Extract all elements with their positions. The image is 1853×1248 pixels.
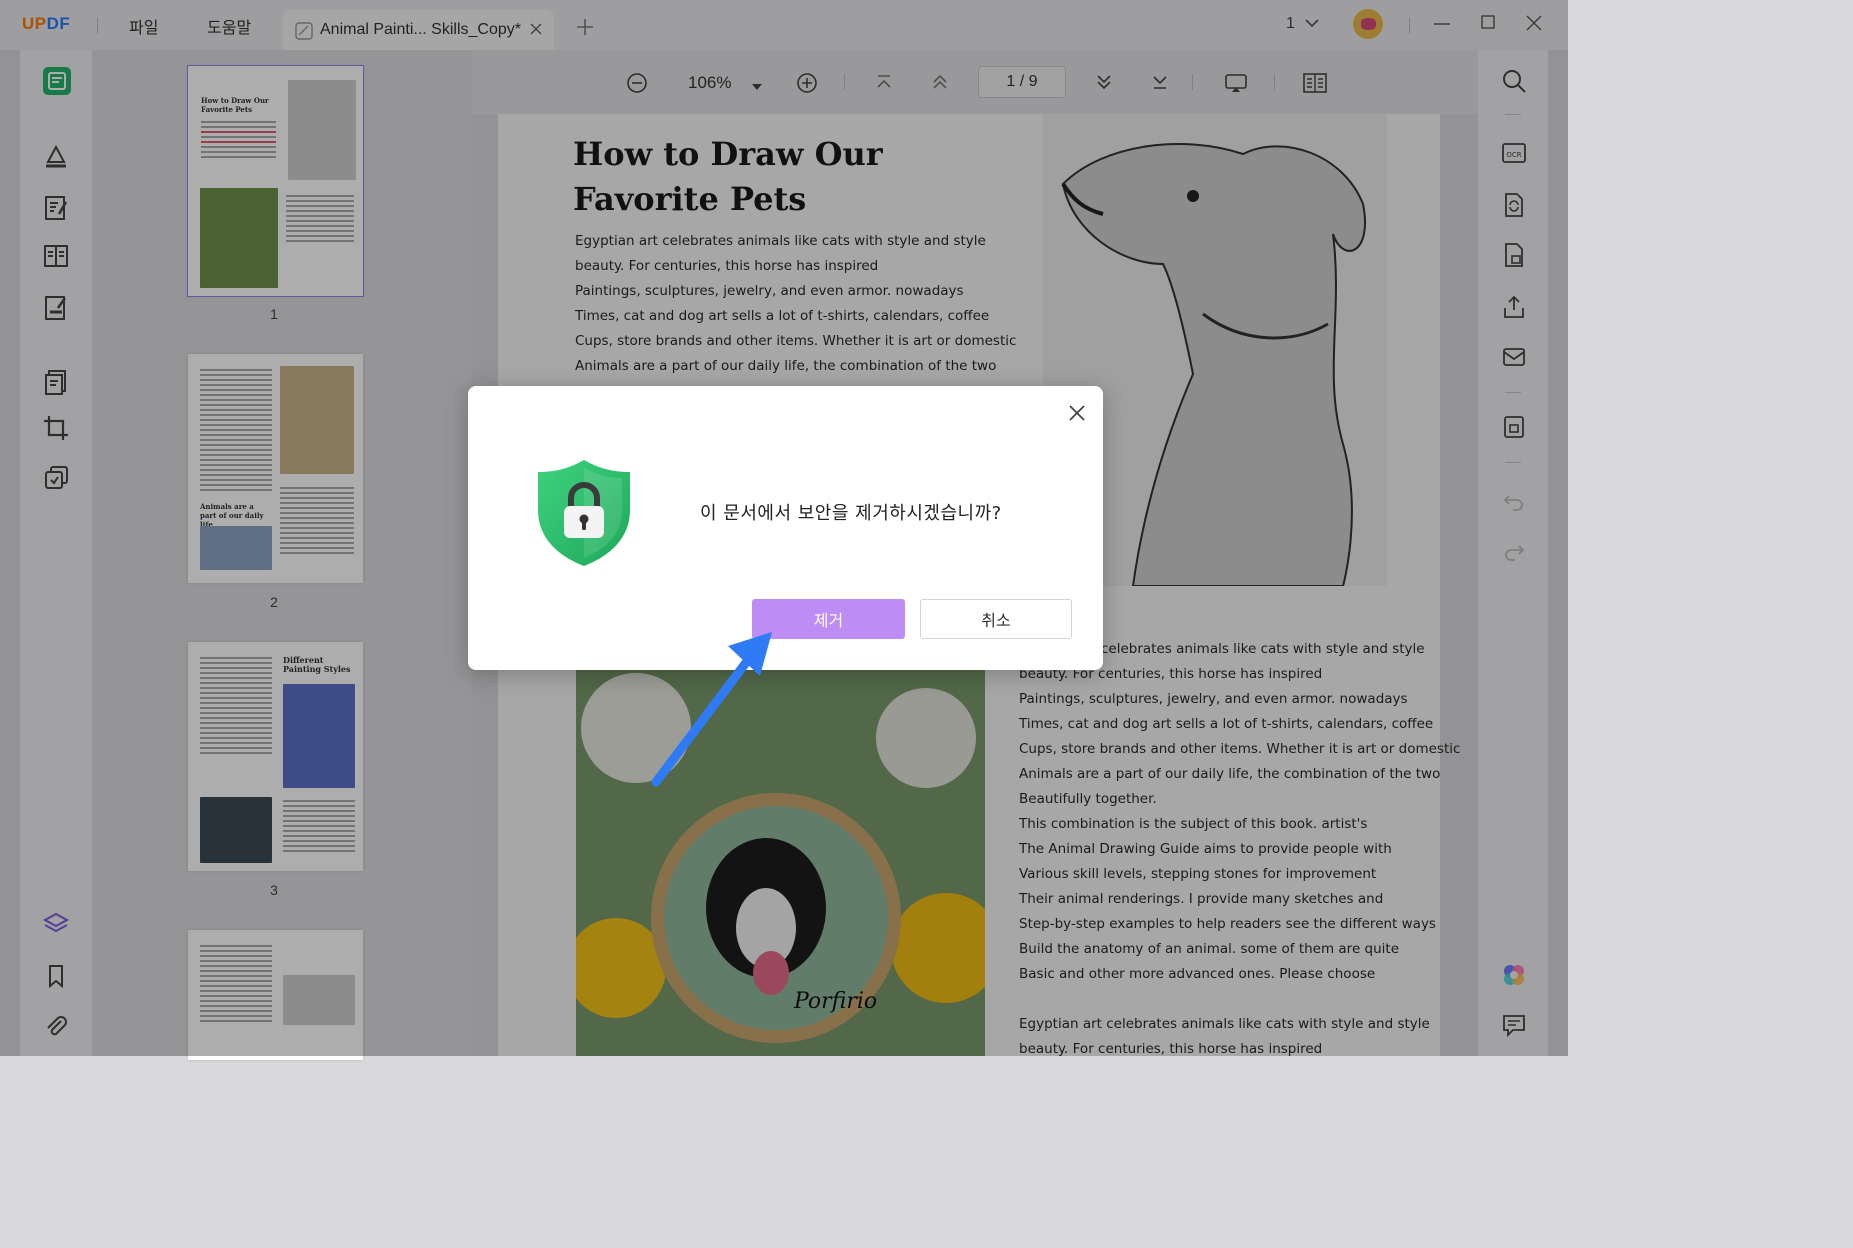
shield-lock-icon (534, 458, 634, 573)
close-dialog-icon[interactable] (1066, 402, 1088, 429)
remove-security-dialog: 이 문서에서 보안을 제거하시겠습니까? 제거 취소 (468, 386, 1103, 670)
dialog-message: 이 문서에서 보안을 제거하시겠습니까? (700, 503, 1002, 524)
pointer-arrow-icon (640, 620, 780, 795)
cancel-button[interactable]: 취소 (920, 599, 1072, 639)
